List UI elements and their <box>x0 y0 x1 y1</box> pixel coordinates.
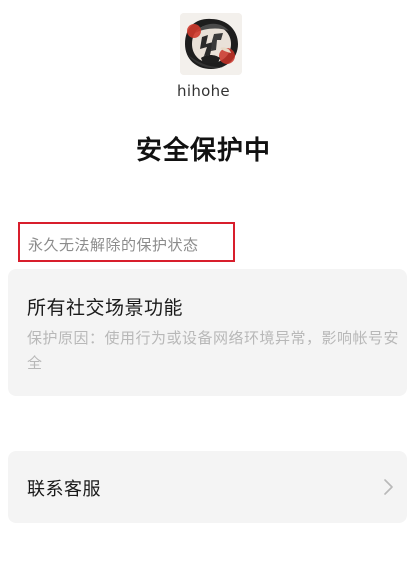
avatar[interactable] <box>180 13 242 75</box>
username: hihohe <box>177 82 230 100</box>
protection-card: 所有社交场景功能 保护原因：使用行为或设备网络环境异常，影响帐号安全 <box>8 269 407 396</box>
ink-art-avatar-icon <box>180 13 242 75</box>
contact-service-button[interactable]: 联系客服 <box>8 451 407 523</box>
protection-reason: 保护原因：使用行为或设备网络环境异常，影响帐号安全 <box>27 329 400 372</box>
protection-card-title: 所有社交场景功能 <box>27 297 184 319</box>
status-label: 永久无法解除的保护状态 <box>28 236 199 254</box>
contact-service-label: 联系客服 <box>27 479 101 500</box>
chevron-right-icon <box>384 479 393 495</box>
page-title: 安全保护中 <box>135 136 271 166</box>
